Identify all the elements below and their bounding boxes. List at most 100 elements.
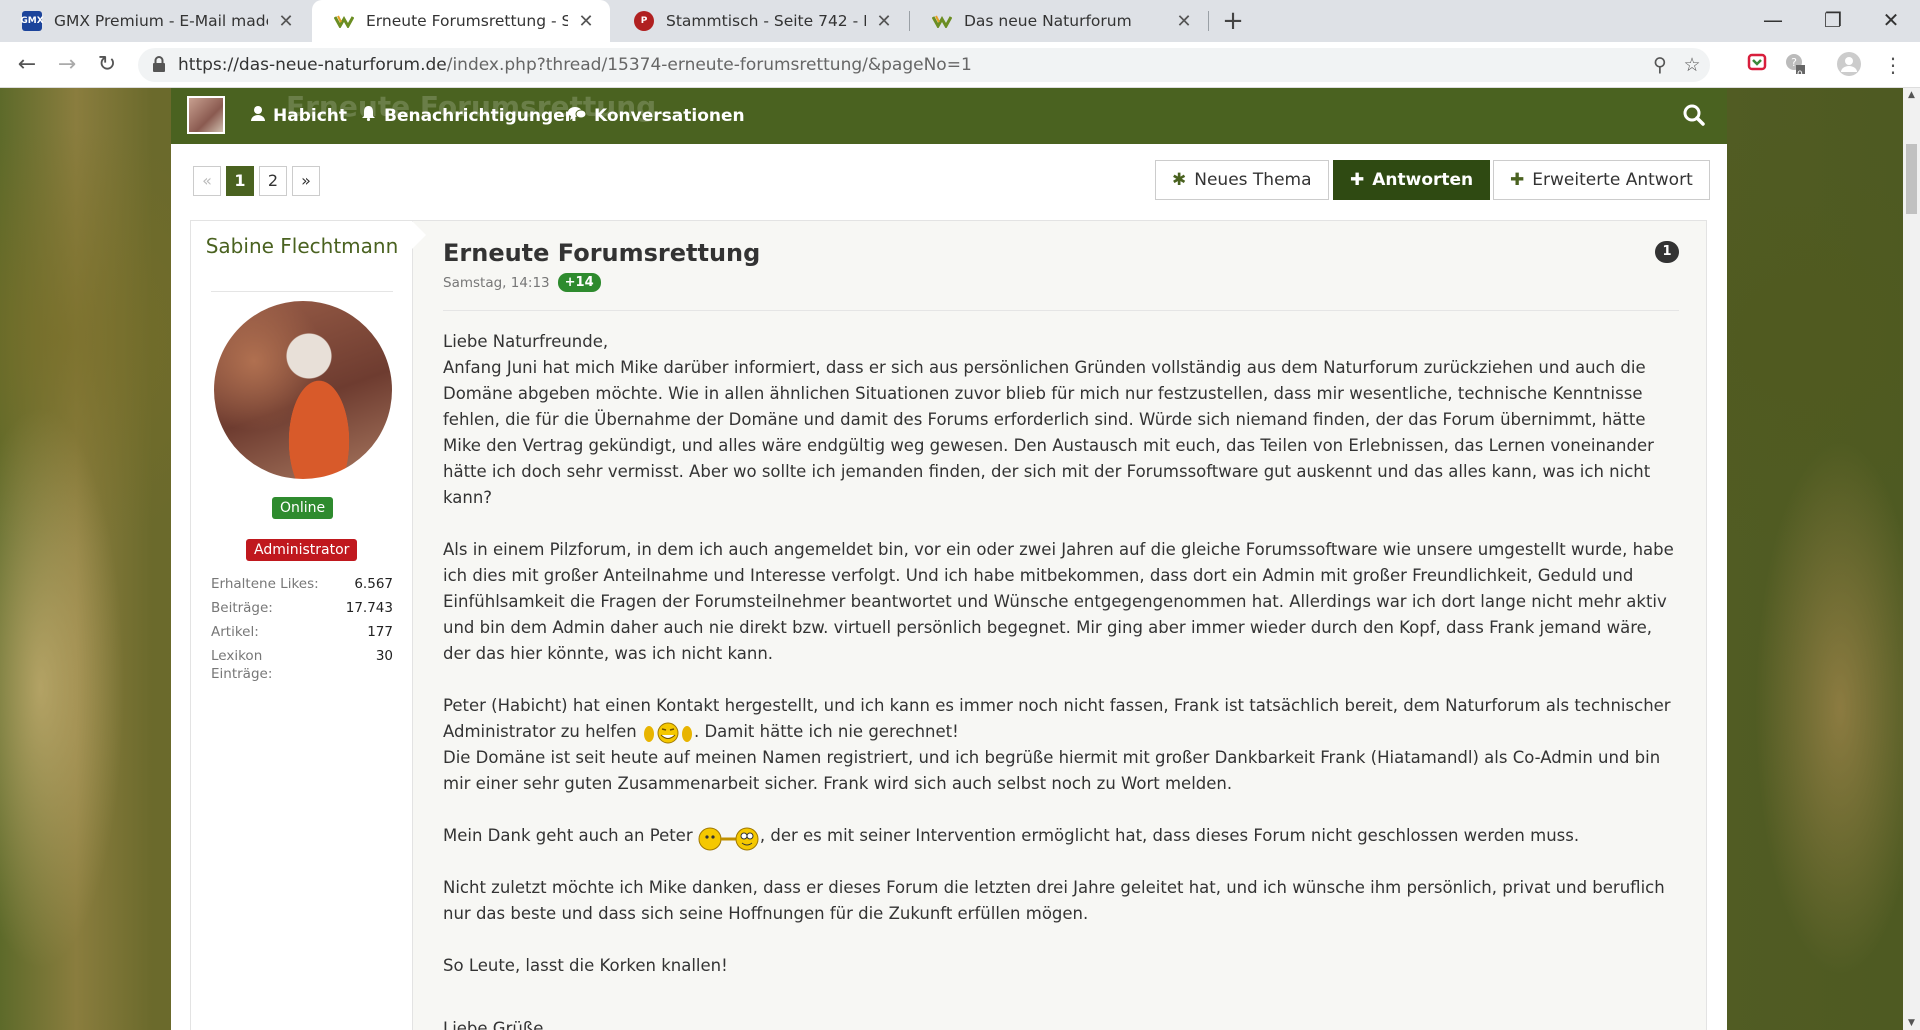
chat-bubbles-icon (568, 88, 587, 144)
paragraph-text: Peter (Habicht) hat einen Kontakt herges… (443, 696, 1671, 741)
sidebar-arrow (412, 221, 426, 249)
nav-conversations-label: Konversationen (594, 106, 745, 126)
close-icon[interactable]: ✕ (1174, 11, 1194, 32)
post-number-badge[interactable]: 1 (1655, 241, 1679, 263)
tab-erneute-forumsrettung[interactable]: Erneute Forumsrettung - Schreib ✕ (312, 0, 610, 42)
thanks-smiley-icon (698, 825, 760, 850)
author-stats: Erhaltene Likes: 6.567 Beiträge: 17.743 Ar… (211, 575, 393, 689)
nav-user[interactable]: Habicht (251, 88, 347, 144)
paragraph-text: Mein Dank geht auch an Peter (443, 826, 693, 845)
stat-posts: Beiträge: 17.743 (211, 599, 393, 617)
close-icon[interactable]: ✕ (874, 11, 894, 32)
search-icon[interactable] (1683, 104, 1707, 128)
nav-notifications[interactable]: Benachrichtigungen (361, 88, 577, 144)
post-paragraph-6: So Leute, lasst die Korken knallen! (443, 956, 728, 975)
stat-label: Erhaltene Likes: (211, 576, 319, 592)
author-avatar[interactable] (214, 301, 392, 479)
page-viewport: Erneute Forumsrettung Habicht Benachrich… (0, 88, 1903, 1030)
post-paragraph-2: Als in einem Pilzforum, in dem ich auch … (443, 540, 1674, 663)
author-name[interactable]: Sabine Flechtmann (191, 233, 413, 260)
close-icon[interactable]: ✕ (576, 11, 596, 32)
tab-separator (1208, 11, 1209, 31)
nav-notifications-label: Benachrichtigungen (384, 106, 577, 126)
post-title: Erneute Forumsrettung (443, 239, 761, 267)
tab-naturforum[interactable]: Das neue Naturforum ✕ (910, 0, 1208, 42)
nav-conversations[interactable]: Konversationen (568, 88, 745, 144)
forward-arrow-icon[interactable]: → (50, 48, 84, 82)
maximize-button[interactable]: ❐ (1804, 0, 1862, 40)
stat-value: 17.743 (345, 600, 393, 616)
new-tab-button[interactable]: + (1218, 6, 1248, 36)
pilze-icon: P (634, 11, 654, 31)
tab-stammtisch[interactable]: P Stammtisch - Seite 742 - Pilze? A ✕ (612, 0, 908, 42)
role-badge: Administrator (246, 539, 358, 561)
extension-badge: 0 (1797, 70, 1803, 80)
paragraph-text: , der es mit seiner Intervention ermögli… (759, 826, 1580, 845)
scroll-up-arrow-icon[interactable]: ▲ (1903, 90, 1920, 100)
bell-icon (361, 88, 376, 144)
user-avatar[interactable] (187, 96, 225, 134)
tab-title: Erneute Forumsrettung - Schreib (366, 12, 568, 30)
pagination-page-2[interactable]: 2 (259, 166, 287, 196)
clapping-smiley-icon (642, 721, 694, 745)
nav-user-label: Habicht (273, 106, 348, 126)
post-paragraph-1: Anfang Juni hat mich Mike darüber inform… (443, 358, 1654, 507)
post-greeting: Liebe Naturfreunde, (443, 332, 609, 351)
stat-likes: Erhaltene Likes: 6.567 (211, 575, 393, 593)
new-thread-label: Neues Thema (1194, 170, 1312, 190)
scroll-down-arrow-icon[interactable]: ▼ (1903, 1018, 1920, 1028)
extended-reply-label: Erweiterte Antwort (1532, 170, 1693, 190)
minimize-button[interactable]: — (1744, 0, 1802, 40)
browser-tab-bar: GMX GMX Premium - E-Mail made in G ✕ Ern… (0, 0, 1920, 42)
address-bar[interactable]: https://das-neue-naturforum.de/index.php… (138, 48, 1710, 82)
stat-label: Beiträge: (211, 600, 273, 616)
tab-title: Das neue Naturforum (964, 12, 1132, 30)
tab-gmx[interactable]: GMX GMX Premium - E-Mail made in G ✕ (0, 0, 310, 42)
plus-icon: ✚ (1510, 170, 1525, 190)
paragraph-text: . Damit hätte ich nie gerechnet! (693, 722, 959, 741)
back-arrow-icon[interactable]: ← (10, 48, 44, 82)
reply-button[interactable]: ✚ Antworten (1333, 160, 1491, 200)
pagination-next[interactable]: » (292, 166, 320, 196)
extended-reply-button[interactable]: ✚ Erweiterte Antwort (1493, 160, 1710, 200)
page-scrollbar[interactable]: ▲ ▼ (1903, 88, 1920, 1030)
online-badge: Online (272, 497, 334, 519)
post-body: 1 Erneute Forumsrettung Samstag, 14:13 +… (443, 231, 1679, 1030)
extension-icon[interactable]: ? 0 (1782, 52, 1808, 80)
pocket-icon[interactable] (1744, 52, 1770, 78)
zoom-icon[interactable]: ⚲ (1648, 53, 1672, 77)
menu-dots-icon[interactable]: ⋮ (1880, 52, 1906, 78)
naturforum-icon (334, 11, 354, 31)
stat-articles: Artikel: 177 (211, 623, 393, 641)
divider (443, 310, 1679, 311)
content-panel: « 1 2 » ✱ Neues Thema ✚ Antworten ✚ Erweite… (171, 144, 1727, 1030)
stat-value: 6.567 (354, 576, 393, 592)
stat-value: 30 (375, 648, 393, 664)
post-paragraph-5: Nicht zuletzt möchte ich Mike danken, da… (443, 878, 1665, 923)
post-meta: Samstag, 14:13 +14 (443, 273, 1679, 292)
author-sidebar: Sabine Flechtmann Online Administrator E… (191, 221, 413, 1030)
url-text: https://das-neue-naturforum.de/index.php… (178, 48, 972, 82)
reload-icon[interactable]: ↻ (90, 48, 124, 82)
divider (211, 291, 393, 292)
close-icon[interactable]: ✕ (276, 11, 296, 32)
avatar-image (189, 98, 223, 132)
post-paragraph-3b: Die Domäne ist seit heute auf meinen Nam… (443, 748, 1661, 793)
reaction-score-badge[interactable]: +14 (557, 273, 601, 292)
post-time[interactable]: Samstag, 14:13 (443, 275, 550, 291)
new-thread-button[interactable]: ✱ Neues Thema (1155, 160, 1329, 200)
pagination-prev[interactable]: « (193, 166, 221, 196)
pagination-page-1[interactable]: 1 (226, 166, 254, 196)
close-window-button[interactable]: ✕ (1862, 0, 1920, 40)
scrollbar-thumb[interactable] (1906, 144, 1917, 214)
post-text: Liebe Naturfreunde, Anfang Juni hat mich… (443, 329, 1679, 979)
bookmark-star-icon[interactable]: ☆ (1680, 53, 1704, 77)
asterisk-icon: ✱ (1172, 170, 1187, 190)
naturforum-icon (932, 11, 952, 31)
signature: Liebe Grüße (443, 1019, 544, 1030)
profile-avatar-icon[interactable] (1836, 52, 1862, 78)
forum-header-bar: Erneute Forumsrettung Habicht Benachrich… (171, 88, 1727, 144)
post-paragraph-3: Peter (Habicht) hat einen Kontakt herges… (443, 693, 1679, 745)
url-path: /index.php?thread/15374-erneute-forumsre… (446, 55, 972, 75)
stat-value: 177 (367, 624, 393, 640)
